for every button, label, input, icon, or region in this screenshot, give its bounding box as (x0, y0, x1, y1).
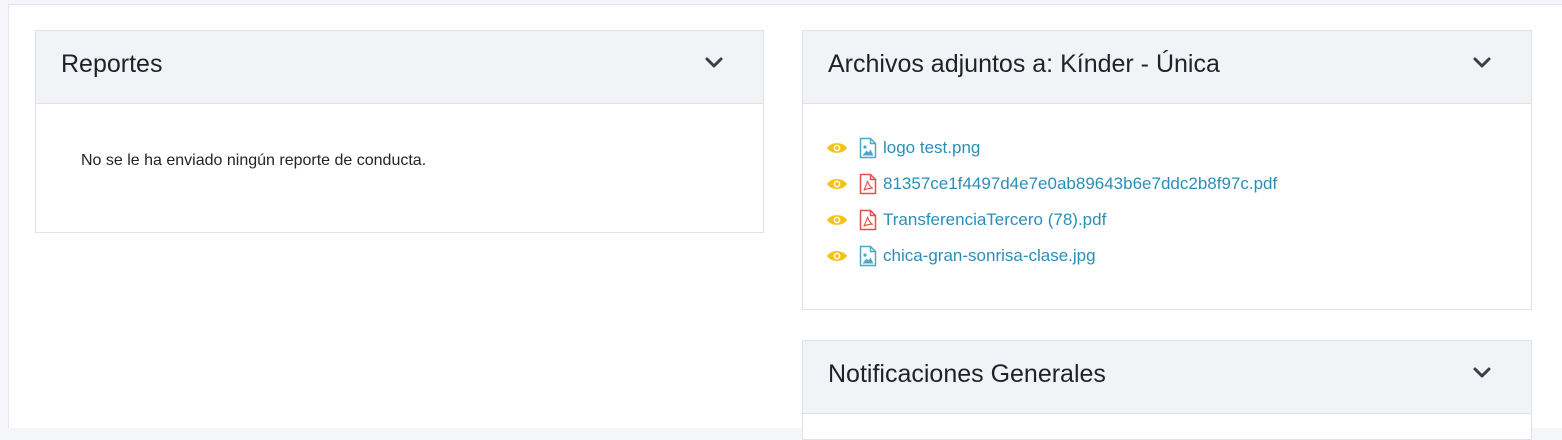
eye-icon[interactable] (826, 177, 848, 191)
notifications-title: Notificaciones Generales (828, 360, 1106, 388)
page-content: Reportes No se le ha enviado ningún repo… (8, 4, 1562, 440)
eye-icon[interactable] (826, 141, 848, 155)
reportes-title: Reportes (61, 50, 163, 78)
chevron-down-icon[interactable] (1470, 53, 1494, 73)
attachment-item: TransferenciaTercero (78).pdf (826, 202, 1277, 238)
eye-icon[interactable] (826, 213, 848, 227)
attachments-card-header[interactable]: Archivos adjuntos a: Kínder - Única (803, 31, 1531, 104)
attachment-link[interactable]: TransferenciaTercero (78).pdf (883, 210, 1106, 230)
attachments-title: Archivos adjuntos a: Kínder - Única (828, 50, 1220, 78)
attachment-item: 81357ce1f4497d4e7e0ab89643b6e7ddc2b8f97c… (826, 166, 1277, 202)
reportes-card: Reportes No se le ha enviado ningún repo… (35, 30, 764, 233)
chevron-down-icon[interactable] (1470, 363, 1494, 383)
reportes-card-header[interactable]: Reportes (36, 31, 763, 104)
attachment-link[interactable]: chica-gran-sonrisa-clase.jpg (883, 246, 1096, 266)
attachment-item: logo test.png (826, 130, 1277, 166)
pdf-file-icon (859, 209, 877, 231)
pdf-file-icon (859, 173, 877, 195)
attachment-link[interactable]: 81357ce1f4497d4e7e0ab89643b6e7ddc2b8f97c… (883, 174, 1277, 194)
attachment-link[interactable]: logo test.png (883, 138, 980, 158)
notifications-card: Notificaciones Generales (802, 340, 1532, 440)
attachment-item: chica-gran-sonrisa-clase.jpg (826, 238, 1277, 274)
empty-reports-message: No se le ha enviado ningún reporte de co… (81, 152, 427, 169)
chevron-down-icon[interactable] (702, 53, 726, 73)
image-file-icon (859, 245, 877, 267)
notifications-card-header[interactable]: Notificaciones Generales (803, 341, 1531, 414)
image-file-icon (859, 137, 877, 159)
attachments-list: logo test.png 81357ce1f4497d4e7e0ab89643b… (826, 130, 1277, 274)
attachments-card: Archivos adjuntos a: Kínder - Única logo… (802, 30, 1532, 310)
eye-icon[interactable] (826, 249, 848, 263)
